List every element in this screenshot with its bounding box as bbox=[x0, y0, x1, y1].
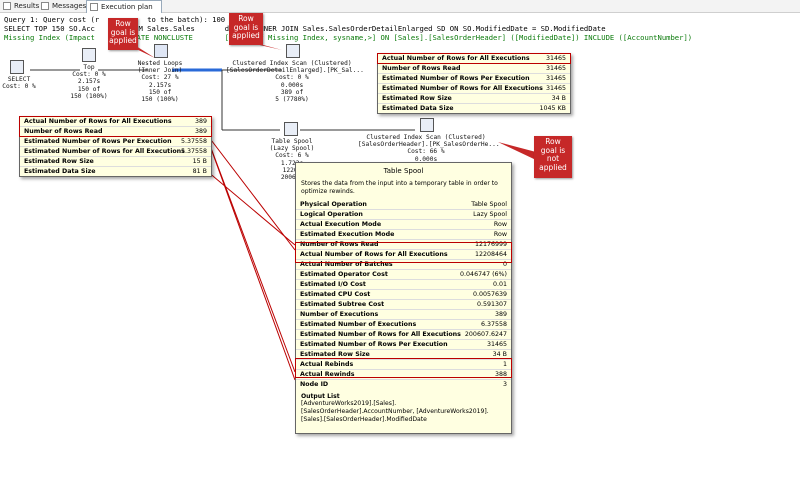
tooltip-row: Estimated Number of Rows Per Execution 5.… bbox=[20, 137, 211, 147]
tooltip-description: Stores the data from the input into a te… bbox=[301, 180, 498, 195]
op-top[interactable]: Top Cost: 0 % 2.157s 150 of 150 (100%) bbox=[64, 64, 114, 100]
tooltip-row: Estimated Operator Cost 0.046747 (6%) bbox=[296, 270, 511, 280]
tooltip-row: Actual Execution Mode Row bbox=[296, 220, 511, 230]
tooltip-row: Logical Operation Lazy Spool bbox=[296, 210, 511, 220]
table-spool-icon[interactable] bbox=[284, 122, 298, 136]
select-icon[interactable] bbox=[10, 60, 24, 74]
tooltip-row: Estimated Row Size 34 B bbox=[378, 94, 570, 104]
tooltip-row: Estimated Number of Executions 6.37558 bbox=[296, 320, 511, 330]
tooltip-row: Estimated Number of Rows for All Executi… bbox=[296, 330, 511, 340]
tooltip-row: Estimated Number of Rows for All Executi… bbox=[378, 84, 570, 94]
tooltip-row: Estimated Data Size 1045 KB bbox=[382, 105, 566, 112]
tooltip-row: Estimated CPU Cost 0.0057639 bbox=[296, 290, 511, 300]
tooltip-row: Physical Operation Table Spool bbox=[296, 200, 511, 210]
tab-execution-plan[interactable]: Execution plan bbox=[86, 0, 162, 13]
callout-row-goal-applied-2: Row goal is applied bbox=[229, 13, 263, 45]
tooltip-row: Node ID 3 bbox=[300, 380, 507, 388]
tooltip-row: Estimated Number of Rows Per Execution 31… bbox=[378, 74, 570, 84]
tooltip-row: Estimated Number of Rows Per Execution 31… bbox=[296, 340, 511, 350]
tooltip-row: Estimated Number of Rows for All Executi… bbox=[20, 147, 211, 157]
tooltip-row: Estimated I/O Cost 0.01 bbox=[296, 280, 511, 290]
highlight-actual-rows-header bbox=[377, 53, 571, 64]
callout-row-goal-applied-1: Row goal is applied bbox=[108, 18, 138, 50]
tooltip-row: Estimated Execution Mode Row bbox=[296, 230, 511, 240]
tooltip-row: Number of Executions 389 bbox=[296, 310, 511, 320]
output-list: Output List [AdventureWorks2019].[Sales]… bbox=[301, 392, 489, 423]
op-select[interactable]: SELECT Cost: 0 % bbox=[2, 76, 36, 90]
nested-loops-icon[interactable] bbox=[154, 44, 168, 58]
tooltip-row: Estimated Subtree Cost 0.591307 bbox=[296, 300, 511, 310]
tooltip-table-spool: Table Spool Stores the data from the inp… bbox=[295, 162, 512, 434]
op-clustered-index-scan-header[interactable]: Clustered Index Scan (Clustered) [SalesO… bbox=[358, 134, 500, 163]
query-text: SELECT TOP 150 SO.Acc r FROM Sales.Sales d… bbox=[4, 24, 606, 33]
results-grid-icon bbox=[3, 2, 11, 10]
callout-3-pointer bbox=[498, 142, 536, 160]
top-operator-icon[interactable] bbox=[82, 48, 96, 62]
tooltip-row: Estimated Row Size 15 B bbox=[20, 157, 211, 167]
tooltip-row: Number of Rows Read 31465 bbox=[378, 64, 570, 74]
op-nested-loops[interactable]: Nested Loops (Inner Join) Cost: 27 % 2.1… bbox=[132, 60, 188, 103]
result-tabs: Results Messages Execution plan bbox=[0, 0, 800, 13]
tooltip-title: Table Spool bbox=[383, 167, 424, 175]
execution-plan-icon bbox=[90, 3, 98, 11]
tooltip-row: Estimated Data Size 81 B bbox=[24, 168, 207, 175]
highlight-spool-rebinds bbox=[295, 358, 512, 378]
messages-icon bbox=[41, 2, 49, 10]
clustered-index-scan-header-icon[interactable] bbox=[420, 118, 434, 132]
clustered-index-scan-icon[interactable] bbox=[286, 44, 300, 58]
callout-row-goal-not-applied: Row goal is not applied bbox=[534, 136, 572, 178]
op-clustered-index-scan-detail[interactable]: Clustered Index Scan (Clustered) [SalesO… bbox=[226, 60, 364, 103]
highlight-left-rows bbox=[19, 116, 212, 137]
highlight-spool-rows bbox=[295, 242, 512, 263]
